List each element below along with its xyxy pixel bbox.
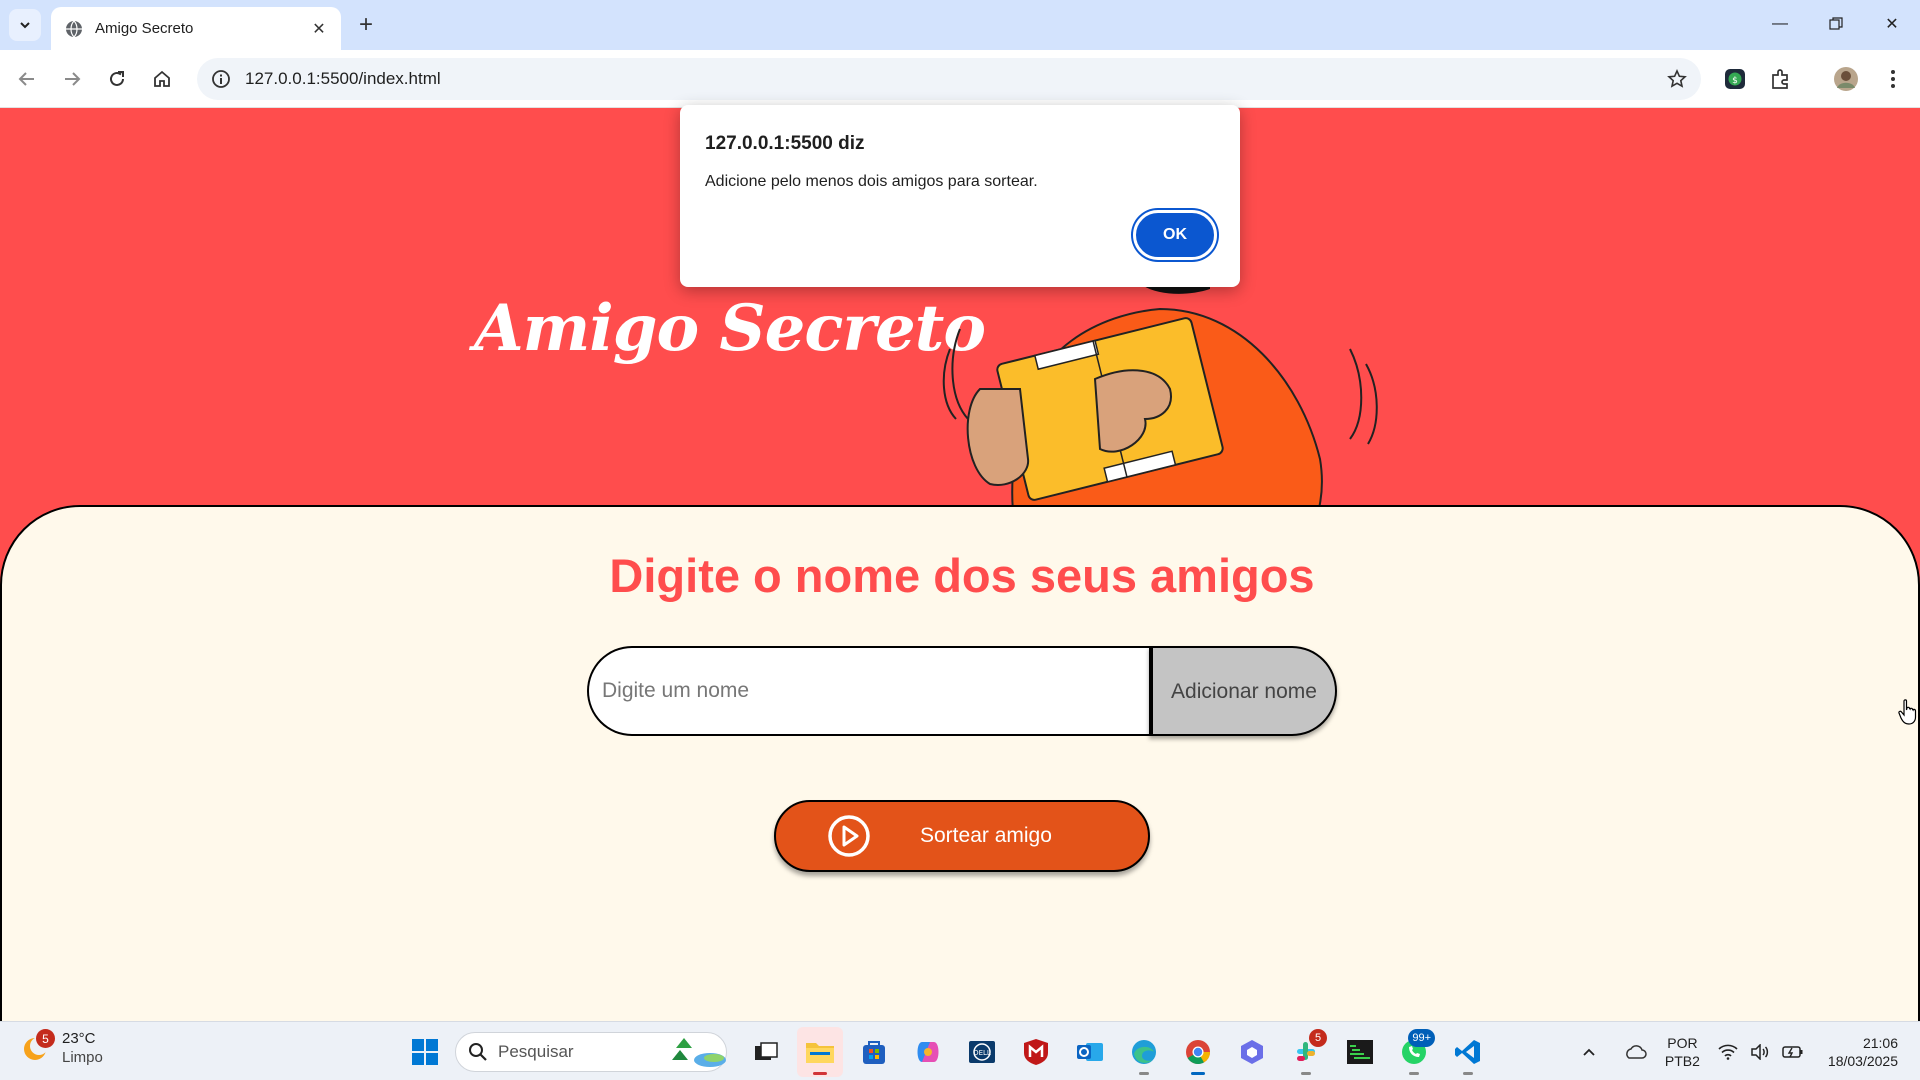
name-input[interactable] [587, 646, 1149, 736]
whatsapp-icon[interactable]: 99+ [1391, 1027, 1437, 1077]
browser-toolbar: 127.0.0.1:5500/index.html $ [0, 50, 1920, 108]
taskbar-apps: Pesquisar DELL 5 99+ [405, 1022, 1495, 1080]
chevron-up-icon[interactable] [1581, 1044, 1597, 1060]
restore-icon[interactable] [1808, 0, 1864, 48]
draw-button-label: Sortear amigo [920, 824, 1052, 847]
back-icon[interactable] [10, 62, 44, 96]
globe-icon [65, 20, 83, 38]
weather-condition: Limpo [62, 1049, 103, 1066]
svg-text:DELL: DELL [973, 1049, 991, 1057]
draw-friend-button[interactable]: Sortear amigo [774, 800, 1150, 872]
extensions-puzzle-icon[interactable] [1764, 62, 1798, 96]
teams-cube-icon[interactable] [1229, 1027, 1275, 1077]
add-name-button[interactable]: Adicionar nome [1149, 646, 1337, 736]
tab-title: Amigo Secreto [95, 20, 194, 37]
language-code: POR [1667, 1034, 1698, 1051]
address-bar[interactable]: 127.0.0.1:5500/index.html [197, 58, 1701, 100]
windows-start-icon[interactable] [405, 1032, 445, 1072]
profile-avatar[interactable] [1829, 62, 1863, 96]
copilot-icon[interactable] [905, 1027, 951, 1077]
new-tab-button[interactable]: + [352, 11, 380, 39]
add-friend-form: Adicionar nome [587, 646, 1337, 736]
dell-icon[interactable]: DELL [959, 1027, 1005, 1077]
task-view-icon[interactable] [743, 1027, 789, 1077]
onedrive-cloud-icon[interactable] [1623, 1044, 1647, 1060]
main-card: Digite o nome dos seus amigos Adicionar … [0, 505, 1920, 1021]
mcafee-icon[interactable] [1013, 1027, 1059, 1077]
close-window-icon[interactable]: ✕ [1864, 0, 1920, 48]
minimize-icon[interactable]: — [1752, 0, 1808, 48]
forward-icon[interactable] [55, 62, 89, 96]
weather-widget[interactable]: 5 23°C Limpo [22, 1029, 103, 1067]
tab-search-button[interactable] [9, 9, 41, 41]
browser-tab[interactable]: Amigo Secreto ✕ [51, 7, 341, 50]
slack-icon[interactable]: 5 [1283, 1027, 1329, 1077]
volume-icon[interactable] [1750, 1043, 1770, 1060]
chevron-down-icon [20, 22, 30, 29]
language-indicator[interactable]: POR PTB2 [1665, 1034, 1700, 1070]
terminal-game-icon[interactable] [1337, 1027, 1383, 1077]
clock[interactable]: 21:06 18/03/2025 [1828, 1034, 1898, 1070]
window-controls: — ✕ [1752, 0, 1920, 48]
svg-text:$: $ [1732, 76, 1738, 86]
alert-title: 127.0.0.1:5500 diz [705, 133, 865, 154]
search-placeholder: Pesquisar [498, 1041, 574, 1061]
chrome-icon[interactable] [1175, 1027, 1221, 1077]
extension-green-icon[interactable]: $ [1718, 62, 1752, 96]
close-tab-icon[interactable]: ✕ [307, 17, 331, 41]
hand-cursor-icon [1898, 699, 1917, 725]
hero-title: Amigo Secreto [474, 291, 986, 366]
alert-message: Adicione pelo menos dois amigos para sor… [705, 173, 1038, 190]
system-tray: POR PTB2 21:06 18/03/2025 [1575, 1022, 1920, 1080]
home-icon[interactable] [145, 62, 179, 96]
recycle-highlight-icon [672, 1037, 726, 1067]
reload-icon[interactable] [100, 62, 134, 96]
play-icon [826, 813, 872, 859]
whatsapp-badge: 99+ [1408, 1028, 1435, 1047]
alert-ok-button[interactable]: OK [1133, 210, 1217, 260]
microsoft-store-icon[interactable] [851, 1027, 897, 1077]
battery-icon[interactable] [1782, 1044, 1804, 1060]
edge-icon[interactable] [1121, 1027, 1167, 1077]
search-icon [469, 1042, 487, 1061]
menu-kebab-icon[interactable] [1876, 62, 1910, 96]
alert-dialog: 127.0.0.1:5500 diz Adicione pelo menos d… [680, 105, 1240, 287]
site-info-icon[interactable] [206, 64, 236, 94]
clock-time: 21:06 [1862, 1034, 1898, 1051]
bookmark-star-icon[interactable] [1659, 61, 1695, 97]
outlook-icon[interactable] [1067, 1027, 1113, 1077]
section-title: Digite o nome dos seus amigos [609, 549, 1315, 602]
taskbar: 5 23°C Limpo Pesquisar DELL 5 99+ POR PT… [0, 1021, 1920, 1080]
file-explorer-icon[interactable] [797, 1026, 843, 1077]
weather-sun-icon: 5 [22, 1029, 55, 1063]
weather-badge: 5 [36, 1029, 55, 1048]
keyboard-layout: PTB2 [1664, 1052, 1700, 1069]
wifi-icon[interactable] [1718, 1044, 1738, 1060]
slack-badge: 5 [1309, 1028, 1327, 1047]
url-text[interactable]: 127.0.0.1:5500/index.html [245, 69, 1659, 89]
taskbar-search[interactable]: Pesquisar [455, 1031, 727, 1072]
weather-temperature: 23°C [62, 1030, 96, 1047]
vscode-icon[interactable] [1445, 1027, 1491, 1077]
tab-bar: Amigo Secreto ✕ + — ✕ [0, 0, 1920, 50]
clock-date: 18/03/2025 [1827, 1052, 1898, 1069]
